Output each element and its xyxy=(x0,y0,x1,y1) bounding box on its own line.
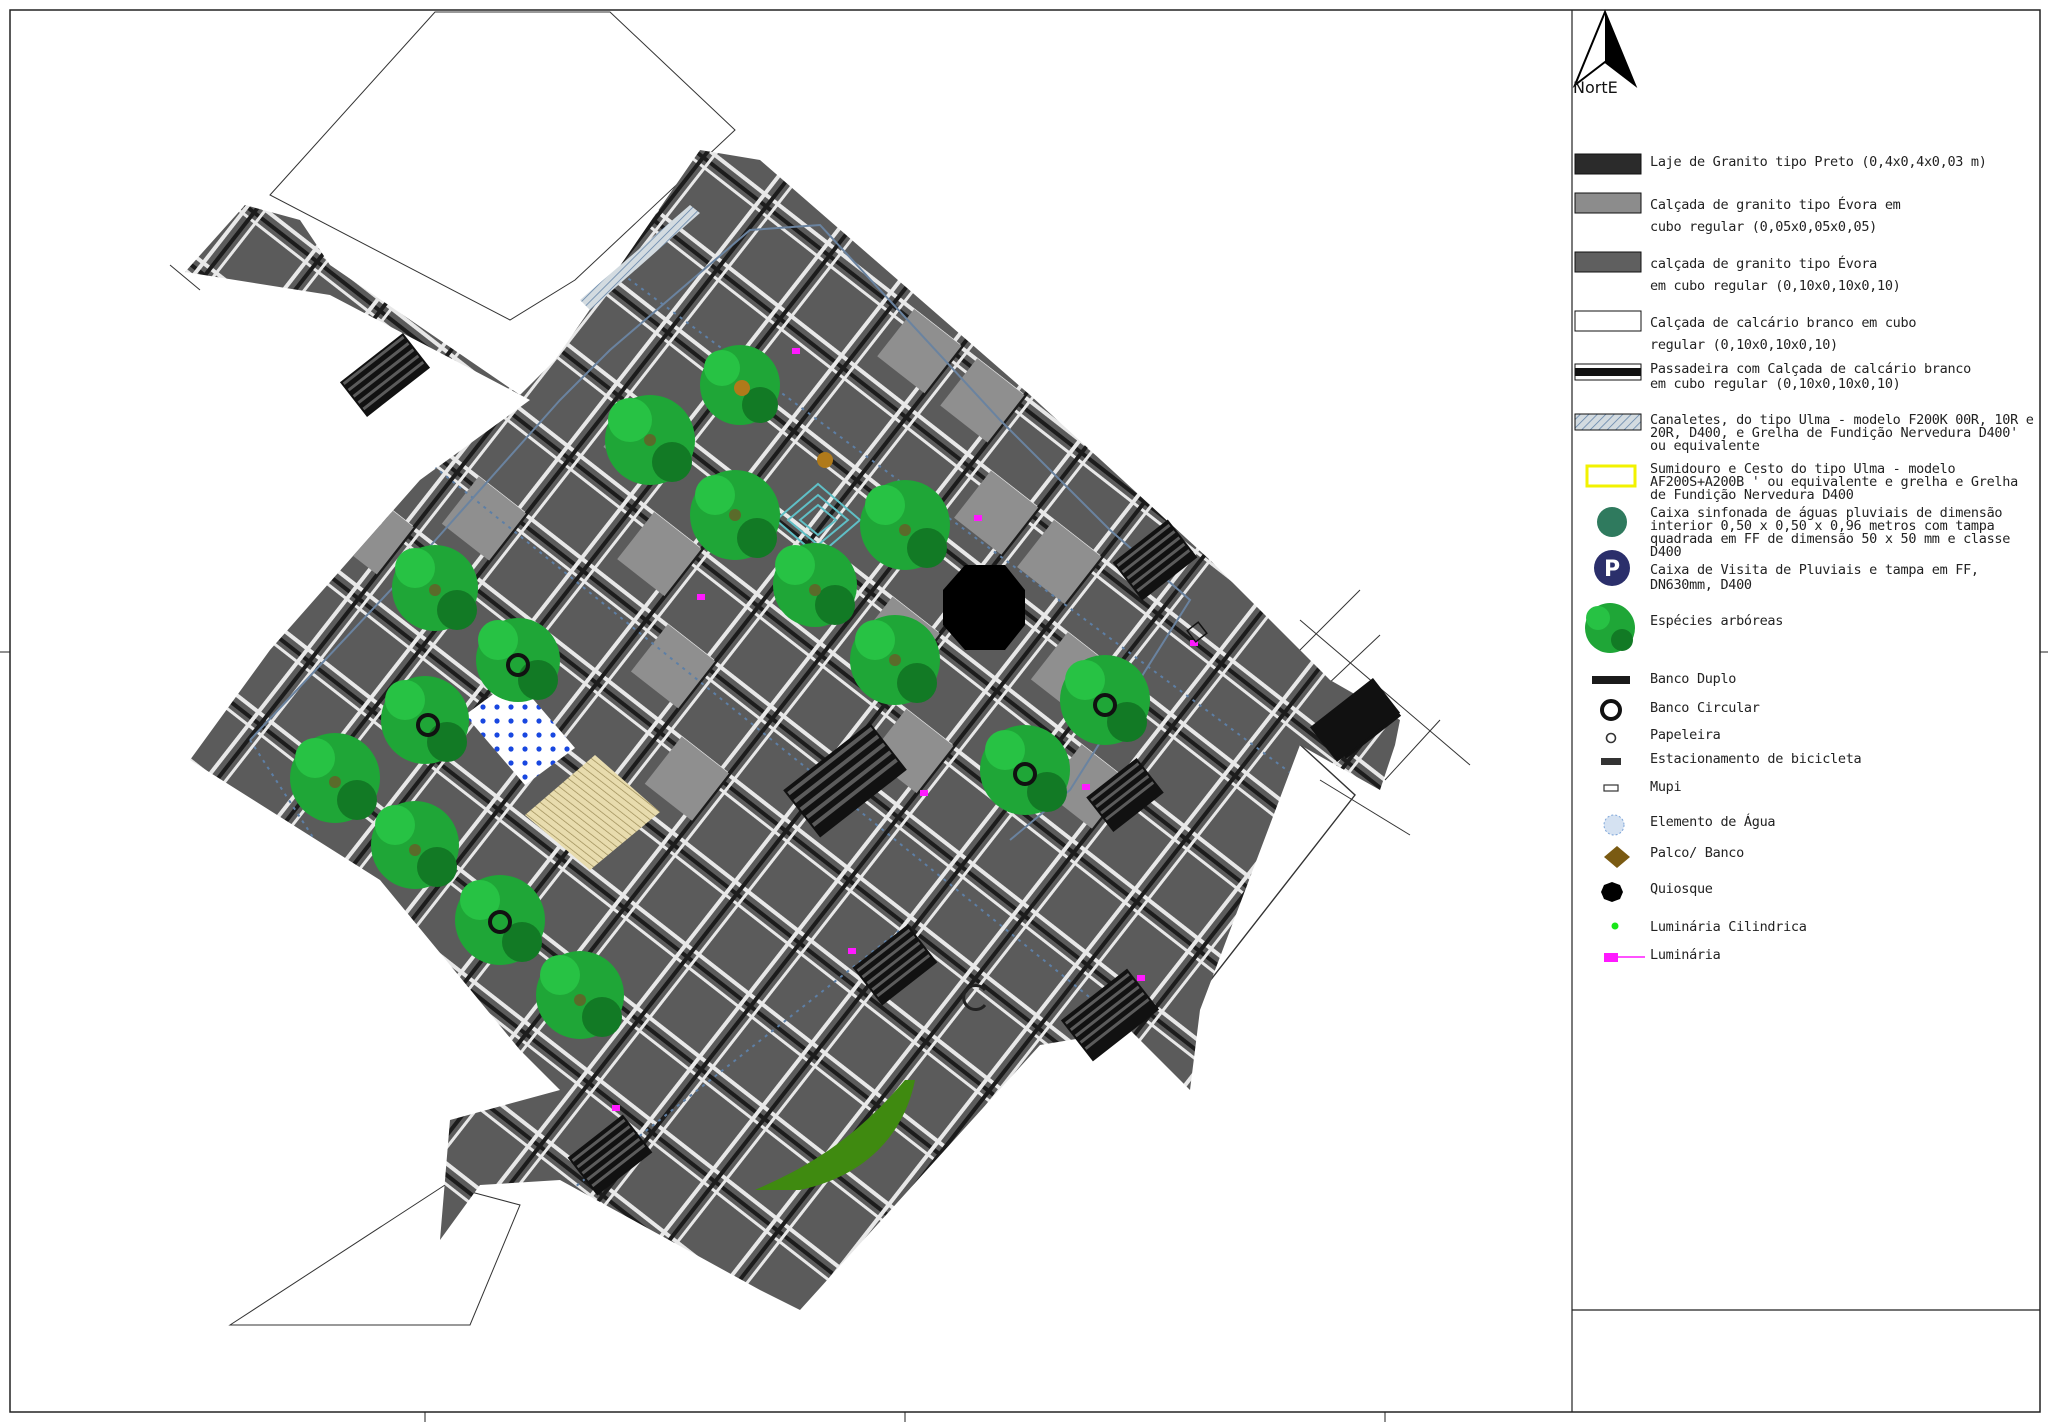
legend-swatch-luminaria xyxy=(1604,953,1645,962)
legend-item-mupi: Mupi xyxy=(1650,779,1682,795)
legend-swatch-calcada-evora-cubo xyxy=(1574,192,1642,214)
legend-label: Laje de Granito tipo Preto (0,4x0,4x0,03… xyxy=(1650,154,1987,170)
legend-p-symbol: P xyxy=(1604,557,1620,582)
legend-swatches: P xyxy=(1574,153,1645,962)
legend-label: cubo regular (0,05x0,05x0,05) xyxy=(1650,219,1878,235)
tree xyxy=(536,951,624,1039)
legend-label: Luminária xyxy=(1650,947,1721,963)
legend-label: Luminária Cilindrica xyxy=(1650,919,1807,935)
legend-label: Caixa de Visita de Pluviais e tampa em F… xyxy=(1650,562,1979,578)
legend-label: D400 xyxy=(1650,544,1682,560)
legend-swatch-palco-banco xyxy=(1604,846,1630,868)
legend-label: Papeleira xyxy=(1650,727,1721,743)
legend-swatch-passadeira xyxy=(1574,363,1642,381)
legend-item-canaletes: Canaletes, do tipo Ulma - modelo F200K 0… xyxy=(1650,413,2034,454)
legend-item-quiosque: Quiosque xyxy=(1650,882,1713,897)
legend-swatch-elemento-agua xyxy=(1603,814,1625,836)
legend-item-calcada-evora-cubo: Calçada de granito tipo Évora em cubo reg… xyxy=(1650,194,1901,238)
legend-swatch-calcada-evora-10 xyxy=(1574,251,1642,273)
tree xyxy=(290,733,380,823)
legend-item-caixa-visita: Caixa de Visita de Pluviais e tampa em F… xyxy=(1650,563,1979,593)
legend-label: Palco/ Banco xyxy=(1650,845,1744,861)
kiosk xyxy=(943,565,1025,650)
legend-swatch-banco-duplo xyxy=(1592,676,1630,684)
legend-item-banco-circular: Banco Circular xyxy=(1650,701,1760,716)
legend-swatch-canaletes xyxy=(1574,413,1642,431)
tree xyxy=(476,618,560,702)
legend-swatch-especies-arboreas xyxy=(1585,603,1635,653)
tree xyxy=(980,725,1070,815)
legend-label: calçada de granito tipo Évora xyxy=(1650,256,1878,272)
legend-item-calcada-calcario-branco: Calçada de calcário branco em cubo regula… xyxy=(1650,312,1916,356)
legend-item-papeleira: Papeleira xyxy=(1650,727,1721,743)
legend-label: em cubo regular (0,10x0,10x0,10) xyxy=(1650,278,1901,294)
legend-swatch-luminaria-cilindrica xyxy=(1611,922,1619,930)
legend-item-banco-duplo: Banco Duplo xyxy=(1650,672,1736,687)
tree xyxy=(371,801,459,889)
tree xyxy=(690,470,780,560)
legend-label: regular (0,10x0,10x0,10) xyxy=(1650,337,1838,353)
north-arrow-icon xyxy=(1572,9,1638,89)
legend-swatch-caixa-sifonada xyxy=(1597,507,1627,537)
legend-swatch-calcada-calcario-branco xyxy=(1574,310,1642,332)
legend-item-palco-banco: Palco/ Banco xyxy=(1650,846,1744,861)
tree xyxy=(860,480,950,570)
tree xyxy=(1060,655,1150,745)
tree xyxy=(773,543,857,627)
tree xyxy=(700,345,780,425)
legend-swatch-laje-granito-preto xyxy=(1574,153,1642,175)
legend-item-estacionamento-bicicleta: Estacionamento de bicicleta xyxy=(1650,751,1862,767)
legend-label: de Fundição Nervedura D400 xyxy=(1650,487,1854,503)
legend-item-luminaria-cilindrica: Luminária Cilindrica xyxy=(1650,920,1807,935)
tree xyxy=(392,545,478,631)
north-label: NortE xyxy=(1573,78,1618,97)
building-footprint-south xyxy=(228,1184,521,1326)
legend-label: ou equivalente xyxy=(1650,438,1760,454)
legend-label: quadrada em FF de dimensão 50 x 50 mm e … xyxy=(1650,531,2011,547)
legend-label: DN630mm, D400 xyxy=(1650,577,1752,593)
legend-swatch-mupi xyxy=(1603,784,1619,792)
legend-label: Quiosque xyxy=(1650,881,1713,897)
legend-label: Banco Duplo xyxy=(1650,671,1737,687)
legend-label: Espécies arbóreas xyxy=(1650,613,1784,629)
legend-item-elemento-agua: Elemento de Água xyxy=(1650,814,1776,830)
legend-item-laje-granito-preto: Laje de Granito tipo Preto (0,4x0,4x0,03… xyxy=(1650,155,1987,170)
legend-swatch-caixa-visita: P xyxy=(1594,550,1630,586)
legend-label: Mupi xyxy=(1650,779,1682,795)
tree xyxy=(381,676,469,764)
legend-label: Banco Circular xyxy=(1650,700,1760,716)
tree xyxy=(817,452,833,468)
legend-item-caixa-sifonada: Caixa sinfonada de águas pluviais de dim… xyxy=(1650,506,2011,560)
legend-item-passadeira: Passadeira com Calçada de calcário branc… xyxy=(1650,362,1971,392)
legend-label: Elemento de Água xyxy=(1650,814,1776,830)
legend-label: Passadeira com Calçada de calcário branc… xyxy=(1650,361,1971,377)
tree xyxy=(455,875,545,965)
legend-swatch-sumidouro xyxy=(1585,464,1637,488)
legend-label: Calçada de calcário branco em cubo xyxy=(1650,315,1917,331)
tree xyxy=(605,395,695,485)
plaza-outline xyxy=(185,150,1400,1310)
legend-item-luminaria: Luminária xyxy=(1650,947,1721,963)
tree xyxy=(850,615,940,705)
legend-label: Calçada de granito tipo Évora em xyxy=(1650,197,1901,213)
legend-swatch-estacionamento-bicicleta xyxy=(1601,758,1621,765)
legend-swatch-quiosque xyxy=(1601,882,1623,902)
legend-label: Estacionamento de bicicleta xyxy=(1650,751,1862,767)
legend-label: em cubo regular (0,10x0,10x0,10) xyxy=(1650,376,1901,392)
legend-swatch-banco-circular xyxy=(1600,699,1622,721)
legend-item-sumidouro: Sumidouro e Cesto do tipo Ulma - modelo A… xyxy=(1650,462,2018,503)
legend-swatch-papeleira xyxy=(1605,732,1617,744)
legend-item-calcada-evora-10: calçada de granito tipo Évora em cubo reg… xyxy=(1650,253,1901,297)
crosswalk xyxy=(339,333,431,417)
legend-item-especies-arboreas: Espécies arbóreas xyxy=(1650,614,1783,629)
plaza-paving xyxy=(185,150,1400,1310)
